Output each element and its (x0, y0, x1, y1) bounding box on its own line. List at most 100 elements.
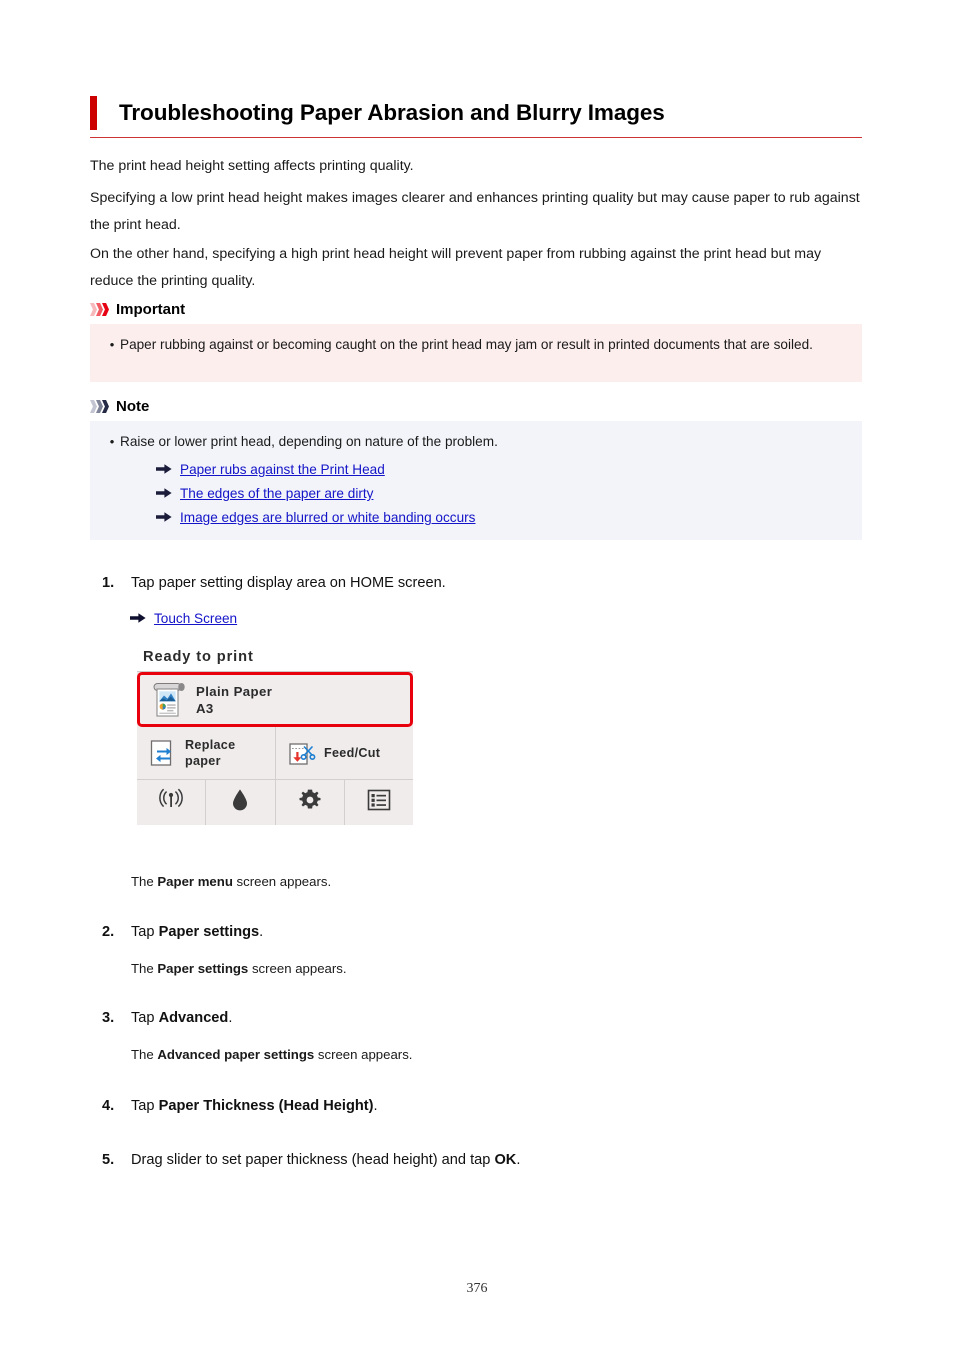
note-heading-label: Note (116, 398, 150, 415)
lcd-replace-paper-label-line1: Replace (185, 738, 236, 752)
step-3-result-suffix: screen appears. (314, 1047, 413, 1062)
step-2-number: 2. (102, 924, 115, 940)
step-3-text-suffix: . (228, 1010, 233, 1026)
step-1-result-bold: Paper menu (157, 874, 233, 889)
bullet-marker-icon: • (109, 434, 115, 449)
lcd-wireless-button[interactable] (137, 780, 205, 825)
note-heading: Note (90, 399, 149, 414)
right-arrow-icon (130, 612, 146, 624)
step-3-text-bold: Advanced (158, 1010, 229, 1026)
lcd-feed-cut-label: Feed/Cut (324, 746, 381, 760)
step-2: 2. Tap Paper settings. (102, 921, 862, 943)
note-callout-box: • Raise or lower print head, depending o… (90, 421, 862, 540)
important-heading: Important (90, 302, 185, 317)
important-heading-label: Important (116, 301, 186, 318)
right-arrow-icon (156, 511, 172, 523)
step-5: 5. Drag slider to set paper thickness (h… (102, 1149, 862, 1171)
step-3-number: 3. (102, 1010, 115, 1026)
page-title: Troubleshooting Paper Abrasion and Blurr… (119, 99, 665, 125)
step-5-text-prefix: Drag slider to set paper thickness (head… (131, 1152, 495, 1168)
step-3-result-bold: Advanced paper settings (157, 1047, 315, 1062)
bullet-marker-icon: • (109, 337, 115, 352)
roll-paper-icon (152, 681, 186, 719)
link-touch-screen[interactable]: Touch Screen (154, 607, 237, 631)
lcd-toolbar (137, 780, 413, 825)
wireless-lan-icon (158, 788, 184, 817)
note-bullet-text: Raise or lower print head, depending on … (120, 434, 498, 449)
ink-drop-icon (230, 788, 250, 817)
step-2-result-suffix: screen appears. (248, 961, 347, 976)
lcd-media-size: A3 (196, 700, 214, 716)
step-1-result-prefix: The (131, 874, 158, 889)
step-1-result: The Paper menu screen appears. (131, 872, 331, 892)
step-2-text-bold: Paper settings (158, 924, 260, 940)
replace-paper-icon (149, 738, 177, 768)
step-1-result-suffix: screen appears. (232, 874, 332, 889)
note-link-edges-dirty[interactable]: The edges of the paper are dirty (180, 482, 373, 506)
important-bullet-item: • Paper rubbing against or becoming caug… (104, 333, 848, 357)
note-bullet-item: • Raise or lower print head, depending o… (104, 430, 848, 454)
step-4-text-bold: Paper Thickness (Head Height) (158, 1098, 374, 1114)
intro-paragraph-2: Specifying a low print head height makes… (90, 190, 860, 233)
important-callout-box: • Paper rubbing against or becoming caug… (90, 324, 862, 382)
page-number: 376 (466, 1281, 488, 1296)
document-page: Troubleshooting Paper Abrasion and Blurr… (0, 0, 954, 1350)
step-4-number: 4. (102, 1098, 115, 1114)
step-2-text: Tap Paper settings. (131, 921, 862, 943)
lcd-feed-cut-button[interactable]: Feed/Cut (275, 727, 413, 779)
step-5-number: 5. (102, 1152, 115, 1168)
lcd-settings-button[interactable] (274, 780, 344, 825)
title-divider (90, 137, 862, 138)
step-4: 4. Tap Paper Thickness (Head Height). (102, 1095, 862, 1117)
note-link-paper-rubs[interactable]: Paper rubs against the Print Head (180, 458, 385, 482)
list-menu-icon (367, 789, 391, 816)
right-arrow-icon (156, 463, 172, 475)
lcd-status-text: Ready to print (143, 649, 254, 665)
step-3-result: The Advanced paper settings screen appea… (131, 1045, 412, 1065)
step-2-text-prefix: Tap (131, 924, 159, 940)
intro-paragraph-1: The print head height setting affects pr… (90, 158, 414, 174)
step-1-number: 1. (102, 575, 115, 591)
note-link-row[interactable]: The edges of the paper are dirty (156, 482, 848, 506)
lcd-replace-paper-button[interactable]: Replace paper (137, 727, 275, 779)
lcd-screen: Plain Paper A3 Replace paper Feed/Cut (137, 671, 413, 825)
step-3: 3. Tap Advanced. (102, 1007, 862, 1029)
step-3-text: Tap Advanced. (131, 1007, 862, 1029)
important-bullet-text: Paper rubbing against or becoming caught… (120, 337, 813, 352)
intro-paragraph-3: On the other hand, specifying a high pri… (90, 246, 822, 289)
step-5-text-bold: OK (494, 1152, 517, 1168)
feed-cut-icon (288, 738, 316, 768)
page-title-block: Troubleshooting Paper Abrasion and Blurr… (90, 96, 862, 138)
step-2-result: The Paper settings screen appears. (131, 959, 347, 979)
note-link-row[interactable]: Image edges are blurred or white banding… (156, 506, 848, 530)
step-5-text: Drag slider to set paper thickness (head… (131, 1149, 862, 1171)
step-4-text-suffix: . (373, 1098, 378, 1114)
important-chevrons-icon (90, 303, 109, 317)
step-3-result-prefix: The (131, 1047, 158, 1062)
step-3-text-prefix: Tap (131, 1010, 159, 1026)
step-2-result-prefix: The (131, 961, 158, 976)
step-4-text: Tap Paper Thickness (Head Height). (131, 1095, 862, 1117)
printer-lcd-illustration: Ready to print Plain Paper A3 Replace pa… (137, 649, 413, 825)
lcd-replace-paper-label-line2: paper (185, 754, 221, 768)
lcd-media-type: Plain Paper (196, 683, 273, 699)
lcd-paper-info: Plain Paper A3 (196, 683, 272, 717)
lcd-replace-paper-label: Replace paper (185, 737, 235, 769)
lcd-ink-button[interactable] (205, 780, 274, 825)
gear-icon (298, 788, 322, 817)
step-1: 1. Tap paper setting display area on HOM… (102, 572, 862, 594)
step-1-link-block[interactable]: Touch Screen (130, 607, 237, 631)
step-2-result-bold: Paper settings (157, 961, 249, 976)
step-2-text-suffix: . (259, 924, 264, 940)
right-arrow-icon (156, 487, 172, 499)
lcd-action-row: Replace paper Feed/Cut (137, 727, 413, 780)
note-link-row[interactable]: Paper rubs against the Print Head (156, 458, 848, 482)
note-chevrons-icon (90, 400, 109, 414)
step-5-text-suffix: . (516, 1152, 521, 1168)
step-1-text: Tap paper setting display area on HOME s… (131, 575, 446, 591)
title-accent-bar (90, 96, 97, 130)
step-4-text-prefix: Tap (131, 1098, 159, 1114)
lcd-menu-button[interactable] (343, 780, 413, 825)
lcd-paper-setting-area[interactable]: Plain Paper A3 (137, 672, 413, 727)
note-link-image-edges-blurred[interactable]: Image edges are blurred or white banding… (180, 506, 475, 530)
